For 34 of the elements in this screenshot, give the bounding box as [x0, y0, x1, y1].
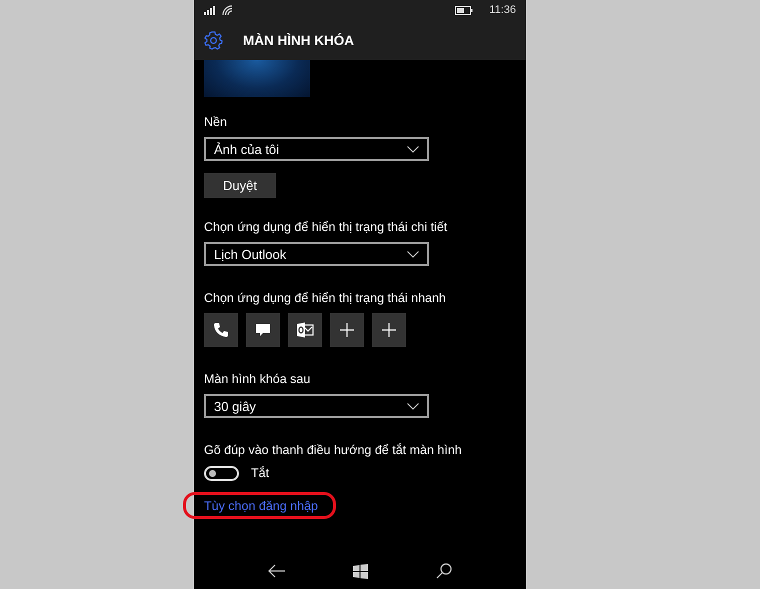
clock-time: 11:36	[489, 4, 516, 16]
page-title: MÀN HÌNH KHÓA	[243, 32, 354, 48]
app-tile-button[interactable]	[246, 313, 280, 347]
toggle-switch[interactable]	[204, 466, 239, 480]
field-label: Màn hình khóa sau	[204, 372, 310, 386]
chevron-down-icon	[407, 250, 419, 258]
plus-icon	[382, 323, 396, 337]
field-label: Nền	[204, 115, 227, 129]
windows-logo-icon[interactable]	[353, 564, 368, 578]
phone-icon	[213, 322, 229, 338]
app-tile-button[interactable]	[288, 313, 322, 347]
plus-icon	[340, 323, 354, 337]
sign-in-options-link[interactable]: Tùy chọn đăng nhập	[204, 499, 318, 513]
field-label: Gõ đúp vào thanh điều hướng để tắt màn hình	[204, 443, 462, 457]
wifi-icon	[222, 4, 233, 16]
mail-app-icon	[296, 322, 314, 338]
app-tile-button[interactable]	[204, 313, 238, 347]
add-app-button[interactable]	[372, 313, 406, 347]
dropdown[interactable]: Lịch Outlook	[204, 242, 429, 266]
signal-icon	[204, 6, 216, 14]
field-label: Chọn ứng dụng để hiển thị trạng thái chi tiết	[204, 220, 448, 234]
back-icon[interactable]	[268, 564, 286, 578]
message-icon	[255, 322, 271, 338]
chevron-down-icon	[407, 146, 419, 152]
dropdown[interactable]: 30 giây	[204, 394, 429, 418]
search-icon[interactable]	[436, 563, 452, 579]
field-label: Chọn ứng dụng để hiển thị trạng thái nhanh	[204, 291, 446, 305]
dropdown[interactable]: Ảnh của tôi	[204, 137, 429, 161]
toggle-state-text: Tắt	[251, 466, 270, 480]
chevron-down-icon	[407, 402, 419, 410]
settings-icon	[204, 30, 223, 50]
battery-icon	[455, 6, 474, 14]
add-app-button[interactable]	[330, 313, 364, 347]
browse-button[interactable]: Duyệt	[204, 173, 276, 198]
